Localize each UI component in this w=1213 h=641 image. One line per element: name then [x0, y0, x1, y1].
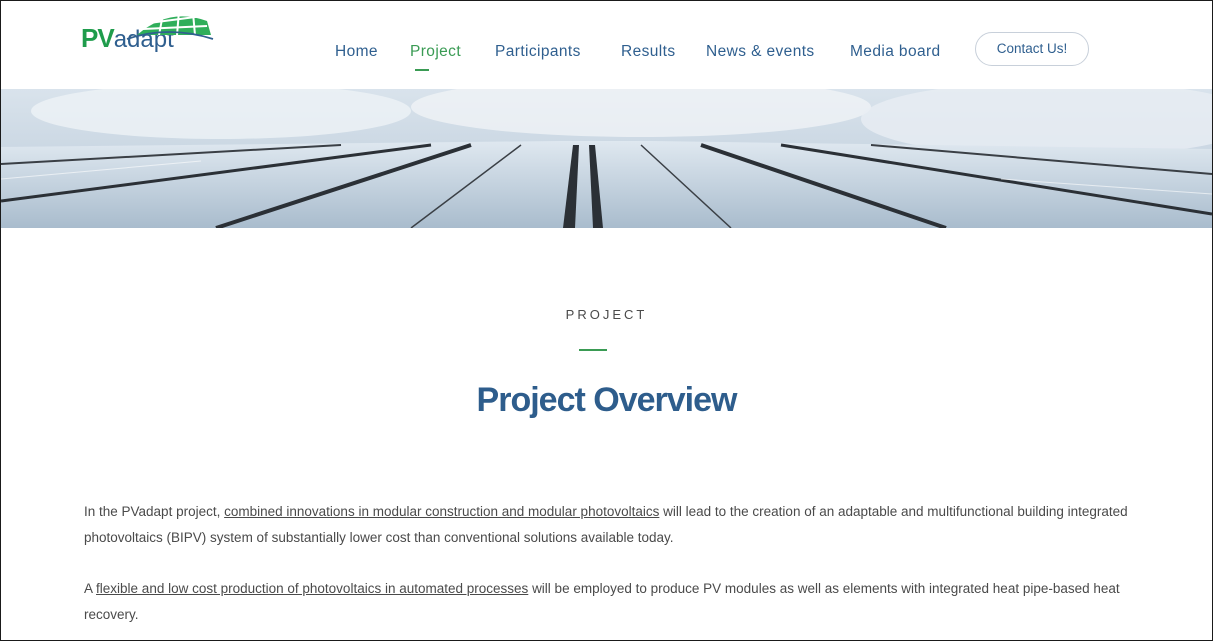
flexible-production-link[interactable]: flexible and low cost production of phot… [96, 581, 528, 596]
nav-active-indicator [415, 69, 429, 71]
contact-us-button[interactable]: Contact Us! [975, 32, 1089, 66]
nav-results[interactable]: Results [621, 43, 675, 61]
intro-paragraph-1: In the PVadapt project, combined innovat… [84, 499, 1144, 551]
section-eyebrow: PROJECT [565, 307, 648, 322]
nav-home[interactable]: Home [335, 43, 378, 61]
nav-project[interactable]: Project [410, 43, 461, 61]
solar-panel-logo-icon [126, 10, 214, 40]
site-header: PVadapt Home Project Participants Result… [1, 1, 1212, 89]
paragraph-1-prefix: In the PVadapt project, [84, 504, 221, 519]
nav-news-events[interactable]: News & events [706, 43, 815, 61]
intro-paragraph-2: A flexible and low cost production of ph… [84, 576, 1144, 628]
page-frame: PVadapt Home Project Participants Result… [0, 0, 1213, 641]
hero-banner-image [1, 89, 1212, 228]
page-title: Project Overview [476, 381, 738, 419]
nav-media-board[interactable]: Media board [850, 43, 941, 61]
nav-participants[interactable]: Participants [495, 43, 581, 61]
modular-innovations-link[interactable]: combined innovations in modular construc… [224, 504, 659, 519]
section-divider [579, 349, 607, 351]
paragraph-2-prefix: A [84, 581, 93, 596]
